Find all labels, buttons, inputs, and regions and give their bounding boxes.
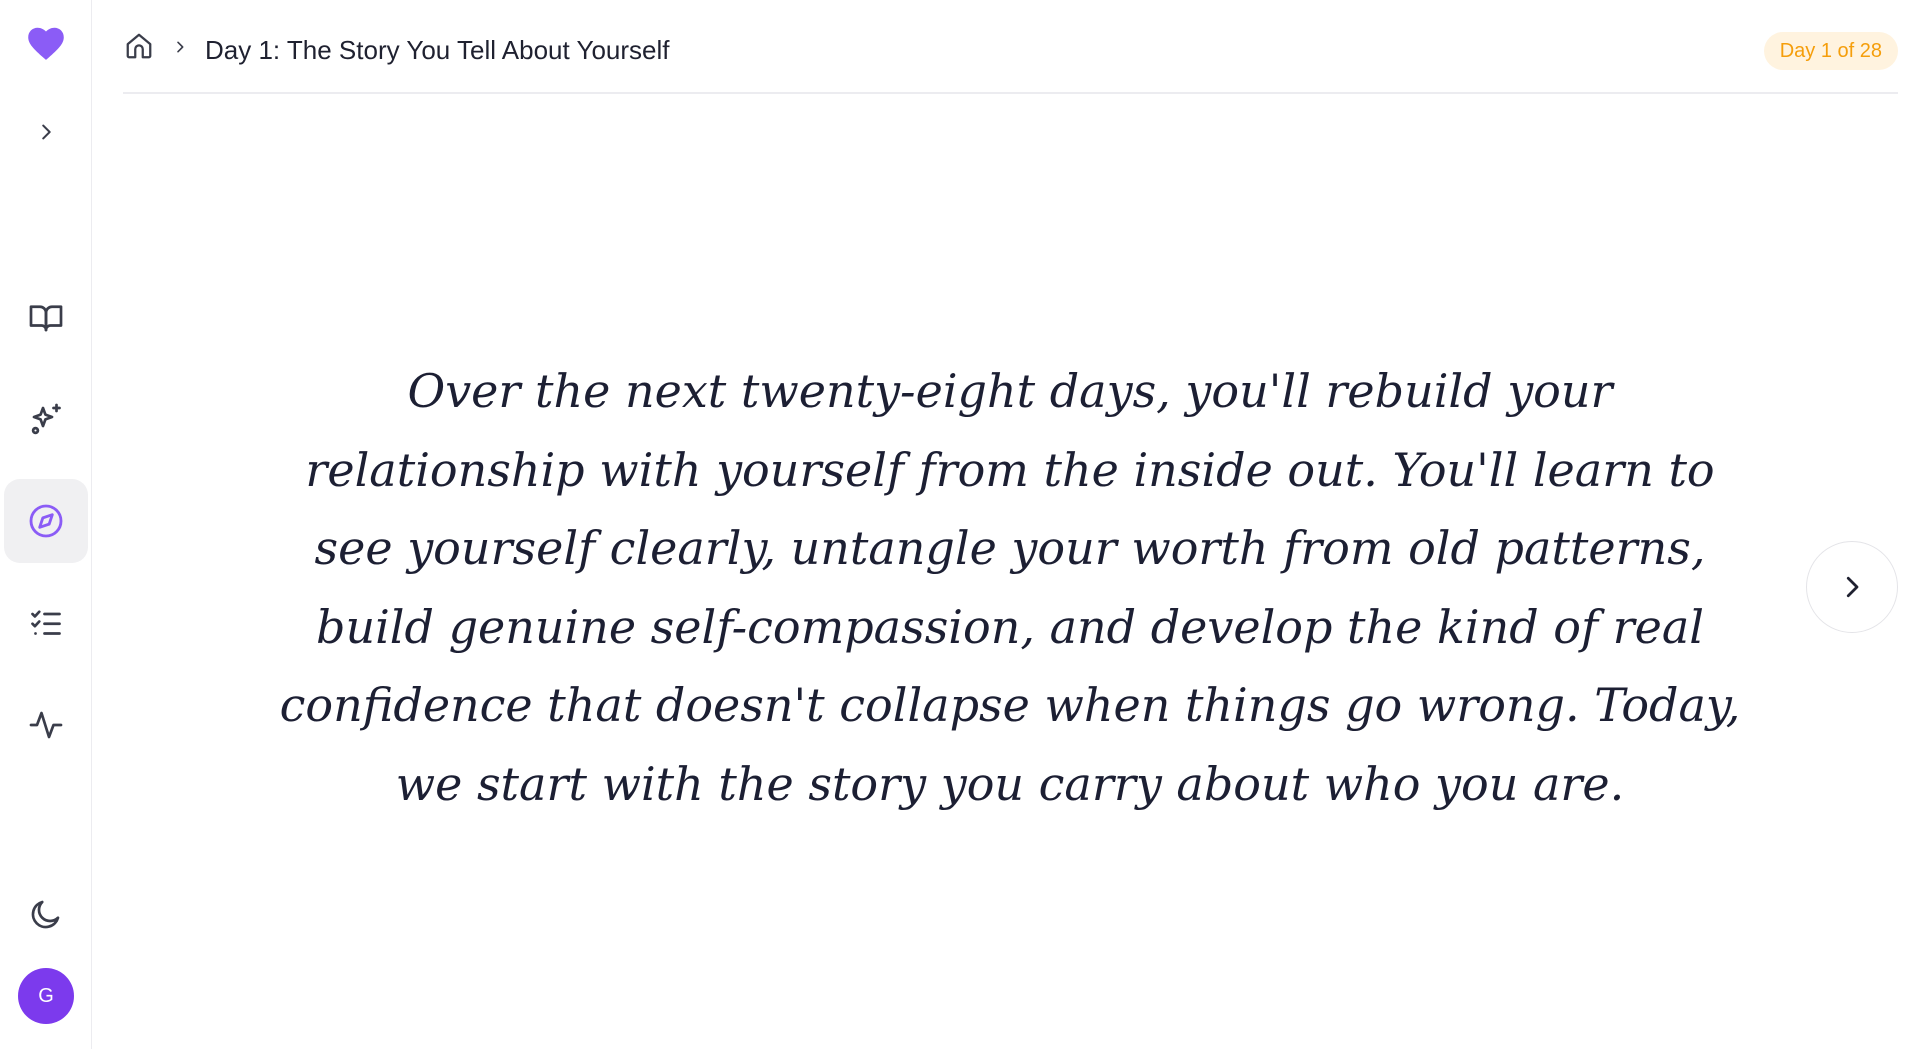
sidebar-expand-button[interactable] — [4, 90, 88, 174]
app-logo[interactable] — [24, 24, 68, 64]
sidebar-item-tasks[interactable] — [4, 581, 88, 665]
home-icon — [126, 33, 152, 59]
chevron-right-icon — [177, 41, 184, 53]
sidebar-item-sparkles[interactable] — [4, 378, 88, 462]
theme-toggle-button[interactable] — [4, 872, 88, 956]
intro-paragraph: Over the next twenty-eight days, you'll … — [279, 364, 1741, 811]
chevron-right-icon — [1846, 576, 1859, 598]
book-open-icon — [29, 305, 63, 332]
heart-icon — [28, 27, 64, 60]
sidebar-item-activity[interactable] — [4, 683, 88, 767]
compass-icon — [29, 504, 63, 538]
checklist-icon — [31, 610, 61, 635]
page-header: Day 1: The Story You Tell About Yourself… — [123, 0, 1898, 94]
chevron-right-icon — [42, 124, 51, 140]
sidebar-item-explore[interactable] — [4, 479, 88, 563]
day-progress-badge: Day 1 of 28 — [1763, 32, 1898, 70]
sidebar-item-library[interactable] — [4, 276, 88, 360]
activity-icon — [29, 711, 63, 739]
next-page-button[interactable] — [1806, 541, 1898, 633]
page-title: Day 1: The Story You Tell About Yourself — [205, 35, 670, 65]
home-button[interactable] — [123, 30, 155, 62]
breadcrumb-separator — [171, 38, 189, 56]
moon-icon — [31, 900, 60, 929]
sparkles-icon — [31, 403, 61, 435]
sidebar: G — [0, 0, 92, 1049]
avatar[interactable]: G — [18, 968, 74, 1024]
avatar-initial: G — [38, 984, 54, 1007]
